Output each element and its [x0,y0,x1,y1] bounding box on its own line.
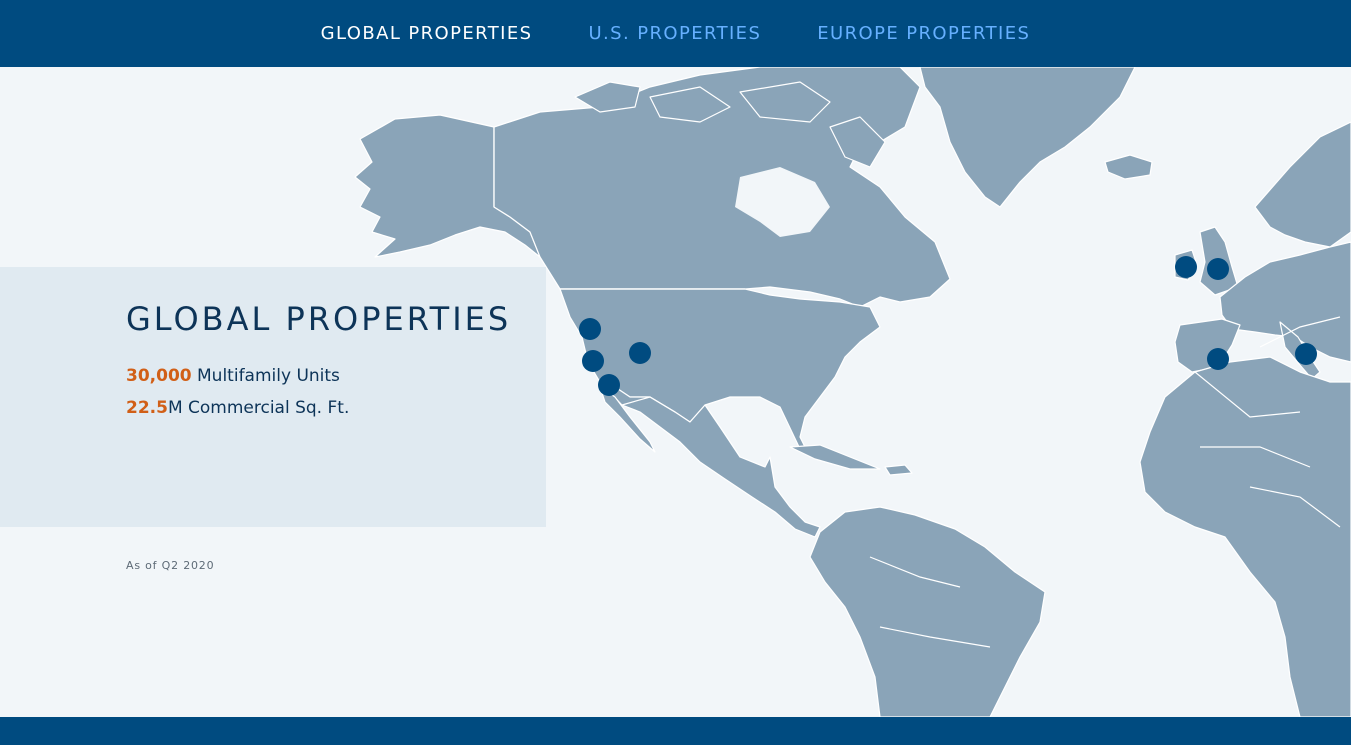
cuba-island [789,444,881,470]
marker-us-northern-california[interactable] [579,318,601,340]
nav-us-properties[interactable]: U.S. PROPERTIES [588,23,761,44]
multifamily-units-stat: 30,000 Multifamily Units [126,366,340,386]
nav-global-properties[interactable]: GLOBAL PROPERTIES [321,23,533,44]
footer-bar [0,717,1351,745]
scandinavia-landmass [1254,121,1351,248]
commercial-sqft-stat: 22.5M Commercial Sq. Ft. [126,398,349,418]
africa-landmass [1139,356,1351,717]
marker-italy[interactable] [1295,343,1317,365]
marker-spain[interactable] [1207,348,1229,370]
multifamily-units-value: 30,000 [126,366,192,386]
marker-us-central-california[interactable] [582,350,604,372]
commercial-sqft-label: M Commercial Sq. Ft. [167,398,350,418]
iceland-island [1104,154,1153,180]
marker-united-kingdom[interactable] [1207,258,1229,280]
nav-europe-properties[interactable]: EUROPE PROPERTIES [817,23,1030,44]
hispaniola-island [884,464,913,476]
greenland-landmass [919,67,1136,208]
panel-title: GLOBAL PROPERTIES [126,300,512,338]
as-of-date: As of Q2 2020 [126,559,215,572]
marker-us-utah[interactable] [629,342,651,364]
commercial-sqft-value: 22.5 [126,398,168,418]
south-america-landmass [809,506,1046,717]
arctic-island-1 [574,81,641,113]
top-navigation: GLOBAL PROPERTIES U.S. PROPERTIES EUROPE… [0,0,1351,67]
multifamily-units-label: Multifamily Units [191,366,340,386]
marker-us-southern-california[interactable] [598,374,620,396]
marker-ireland[interactable] [1175,256,1197,278]
